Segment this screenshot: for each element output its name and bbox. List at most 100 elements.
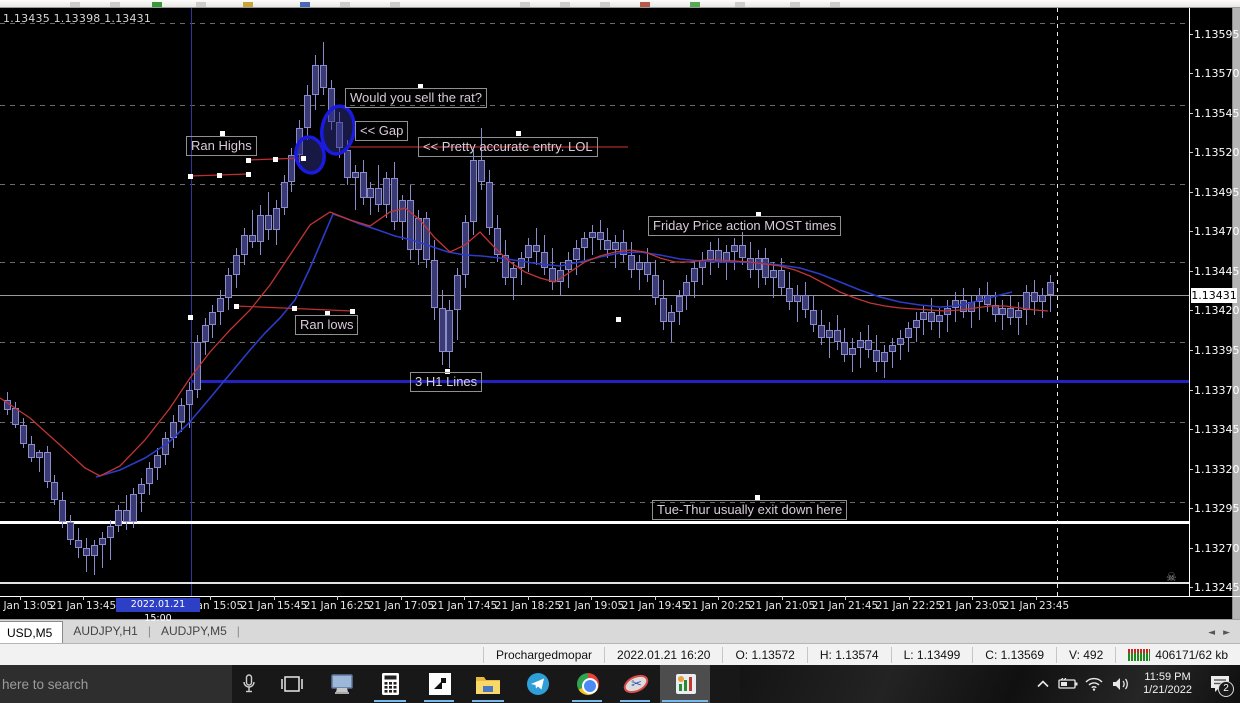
taskbar-clock[interactable]: 11:59 PM 1/21/2022	[1135, 671, 1200, 697]
object-handle[interactable]	[292, 306, 297, 311]
clock-time: 11:59 PM	[1144, 671, 1191, 683]
candlestick	[786, 288, 793, 302]
candlestick	[818, 325, 825, 338]
candlestick	[375, 188, 382, 205]
chart-text-annotation[interactable]: 3 H1 Lines	[410, 372, 483, 392]
tab-scroll-right-icon[interactable]: ►	[1223, 628, 1230, 638]
candlestick	[241, 235, 248, 255]
chart-text-annotation[interactable]: Ran lows	[295, 315, 359, 335]
price-axis-label: 1.13495	[1194, 186, 1240, 199]
candlestick	[439, 308, 446, 352]
object-handle[interactable]	[516, 131, 521, 136]
candlestick	[186, 390, 193, 405]
time-axis-label: 21 Jan 17:05	[367, 600, 435, 612]
candle-wick	[947, 300, 948, 332]
my-computer-icon[interactable]	[328, 665, 356, 703]
object-handle[interactable]	[188, 315, 193, 320]
candlestick	[525, 245, 532, 258]
candlestick	[565, 260, 572, 270]
chart-text-annotation[interactable]: Would you sell the rat?	[345, 88, 487, 108]
candlestick	[83, 548, 90, 556]
candle-wick	[615, 235, 616, 268]
status-high: H: 1.13574	[806, 646, 891, 663]
candlestick	[518, 258, 525, 268]
candlestick	[676, 296, 683, 312]
candlestick	[683, 282, 690, 296]
chart-text-annotation[interactable]: Tue-Thur usually exit down here	[652, 500, 848, 520]
chart-overlay-drawings	[0, 104, 1049, 478]
candlestick	[533, 245, 540, 252]
object-handle[interactable]	[273, 157, 278, 162]
chrome-icon[interactable]	[577, 673, 599, 695]
object-handle[interactable]	[188, 174, 193, 179]
chart-text-annotation[interactable]: << Gap	[355, 121, 409, 141]
chart-text-annotation[interactable]: << Pretty accurate entry. LOL	[418, 137, 598, 157]
file-explorer-icon[interactable]	[474, 665, 502, 703]
candlestick	[423, 218, 430, 260]
object-handle[interactable]	[246, 172, 251, 177]
candle-wick	[702, 252, 703, 285]
candlestick	[620, 242, 627, 255]
candlestick	[478, 160, 485, 182]
candlestick	[597, 232, 604, 240]
object-handle[interactable]	[246, 158, 251, 163]
tab-usd-m5[interactable]: USD,M5	[0, 621, 64, 643]
vertical-line-object[interactable]	[191, 8, 192, 596]
microphone-icon[interactable]	[238, 665, 260, 703]
horizontal-line-object[interactable]	[191, 380, 1189, 383]
candlestick	[841, 342, 848, 355]
candlestick	[612, 242, 619, 250]
task-view-icon[interactable]	[278, 665, 306, 703]
candlestick	[557, 270, 564, 282]
chart-text-annotation[interactable]: Ran Highs	[186, 136, 257, 156]
taskbar-search-box[interactable]: here to search	[0, 665, 232, 703]
calculator-icon[interactable]	[376, 665, 404, 703]
speaker-icon[interactable]	[1107, 665, 1135, 703]
object-handle[interactable]	[234, 304, 239, 309]
snipping-tool-icon[interactable]: ✂	[620, 671, 652, 697]
candlestick	[202, 325, 209, 342]
time-axis-label: 21 Jan 23:05	[938, 600, 1006, 612]
horizontal-line-object[interactable]	[0, 521, 1189, 524]
chart-frame-bottom	[0, 596, 1240, 597]
candlestick	[549, 268, 556, 282]
selected-time-label: 2022.01.21 15:00	[116, 598, 200, 624]
tray-chevron-up-icon[interactable]	[1031, 665, 1055, 703]
candlestick	[652, 275, 659, 298]
candlestick	[604, 240, 611, 250]
object-handle[interactable]	[301, 156, 306, 161]
candlestick	[762, 258, 769, 278]
candle-wick	[189, 382, 190, 428]
object-handle[interactable]	[217, 173, 222, 178]
candlestick	[470, 160, 477, 222]
tab-audjpy-h1[interactable]: AUDJPY,H1	[63, 620, 147, 643]
candlestick	[352, 172, 359, 178]
status-low: L: 1.13499	[890, 646, 973, 663]
network-traffic-icon	[1128, 648, 1151, 661]
horizontal-line-object[interactable]	[0, 582, 1189, 584]
candle-wick	[852, 338, 853, 372]
metatrader-icon[interactable]	[672, 665, 700, 703]
tab-scroll-left-icon[interactable]: ◄	[1208, 628, 1215, 638]
wifi-icon[interactable]	[1081, 665, 1107, 703]
candlestick	[889, 345, 896, 352]
candlestick	[273, 208, 280, 230]
telegram-icon[interactable]	[524, 665, 552, 703]
candlestick	[154, 455, 161, 468]
price-axis-label: 1.13445	[1194, 265, 1240, 278]
candlestick	[249, 235, 256, 242]
status-traffic: 406171/62 kb	[1155, 647, 1228, 662]
notepad-app-icon[interactable]	[426, 665, 454, 703]
object-handle[interactable]	[350, 309, 355, 314]
chart-text-annotation[interactable]: Friday Price action MOST times	[648, 216, 842, 236]
object-handle[interactable]	[616, 317, 621, 322]
time-axis-label: 21 Jan 16:25	[303, 600, 371, 612]
candlestick	[225, 275, 232, 298]
candle-wick	[797, 285, 798, 322]
price-axis-label: 1.13520	[1194, 146, 1240, 159]
candlestick	[4, 400, 11, 410]
price-chart[interactable]: 1.13435 1.13398 1.13431 Would you sell t…	[0, 0, 1240, 624]
search-input[interactable]: here to search	[0, 677, 88, 692]
battery-icon[interactable]	[1055, 665, 1081, 703]
status-close: C: 1.13569	[972, 646, 1056, 663]
